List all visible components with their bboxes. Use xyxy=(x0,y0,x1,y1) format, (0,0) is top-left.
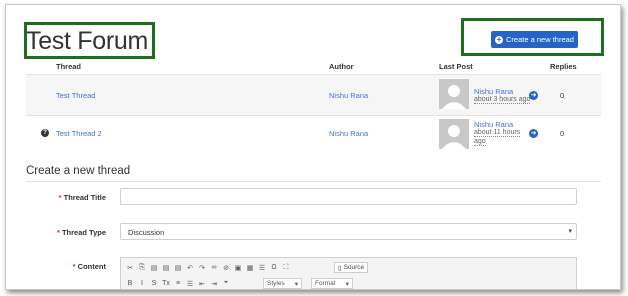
thread-type-label: * Thread Type xyxy=(56,228,106,237)
section-divider xyxy=(26,181,601,182)
outdent-icon[interactable]: ⇤ xyxy=(197,278,207,289)
title-highlight-box xyxy=(24,22,155,59)
author-link[interactable]: Nishu Rana xyxy=(329,91,368,100)
avatar xyxy=(439,119,469,149)
editor-toolbar-row-2: B I S Tx ≡ ☰ ⇤ ⇥ ❞ xyxy=(125,278,231,289)
maximize-icon[interactable]: ⛶ xyxy=(281,262,291,273)
styles-dropdown[interactable]: Styles ▾ xyxy=(263,278,302,289)
question-icon: ? xyxy=(41,129,49,137)
image-icon[interactable]: ▣ xyxy=(233,262,243,273)
horizontal-rule-icon[interactable]: ☰ xyxy=(257,262,267,273)
paste-icon[interactable]: ▤ xyxy=(149,262,159,273)
browser-content: Test Forum + Create a new thread Thread … xyxy=(5,4,621,290)
thread-type-select[interactable]: Discussion ▾ xyxy=(120,223,577,240)
source-button[interactable]: ▯ Source xyxy=(334,262,369,273)
numbered-list-icon[interactable]: ≡ xyxy=(173,278,183,289)
table-icon[interactable]: ▦ xyxy=(245,262,255,273)
last-post-time-continued: ago xyxy=(474,138,486,146)
thread-link[interactable]: Test Thread xyxy=(56,91,95,100)
link-icon[interactable]: ∞ xyxy=(209,262,219,273)
author-link[interactable]: Nishu Rana xyxy=(329,129,368,138)
editor-toolbar-row-1: ✂ ⎘ ▤ ▤ ▤ ↶ ↷ ∞ ⊘ ▣ ▦ ☰ Ω ⛶ xyxy=(125,262,291,273)
last-post-time: about 3 hours ago xyxy=(474,96,531,104)
rich-text-editor[interactable]: ✂ ⎘ ▤ ▤ ▤ ↶ ↷ ∞ ⊘ ▣ ▦ ☰ Ω ⛶ ▯ Source B I S Tx ≡ ☰ ⇤ ⇥ ❞ Style… xyxy=(120,257,577,289)
thread-title-input[interactable] xyxy=(120,188,577,205)
last-post-user-link[interactable]: Nishu Rana xyxy=(474,120,513,129)
go-to-last-post-arrow-icon[interactable]: ➜ xyxy=(529,91,538,100)
last-post-time: about 11 hours xyxy=(474,129,521,137)
replies-count: 0 xyxy=(560,129,565,138)
indent-icon[interactable]: ⇥ xyxy=(209,278,219,289)
last-post-user-link[interactable]: Nishu Rana xyxy=(474,87,513,96)
chevron-down-icon: ▾ xyxy=(294,280,298,288)
create-button-highlight-box xyxy=(461,18,604,56)
required-mark: * xyxy=(58,193,62,202)
replies-count: 0 xyxy=(560,91,565,100)
paste-text-icon[interactable]: ▤ xyxy=(161,262,171,273)
column-header-author: Author xyxy=(329,62,354,71)
thread-link[interactable]: Test Thread 2 xyxy=(56,129,102,138)
redo-icon[interactable]: ↷ xyxy=(197,262,207,273)
chevron-down-icon: ▾ xyxy=(345,280,349,288)
row-divider xyxy=(26,115,601,116)
column-header-replies: Replies xyxy=(550,62,577,71)
column-header-thread: Thread xyxy=(56,62,82,71)
format-dropdown[interactable]: Format ▾ xyxy=(311,278,353,289)
italic-icon[interactable]: I xyxy=(137,278,147,289)
undo-icon[interactable]: ↶ xyxy=(185,262,195,273)
form-section-title: Create a new thread xyxy=(26,165,131,177)
paste-word-icon[interactable]: ▤ xyxy=(173,262,183,273)
thread-title-label: * Thread Title xyxy=(58,193,106,202)
special-char-icon[interactable]: Ω xyxy=(269,262,279,273)
cut-icon[interactable]: ✂ xyxy=(125,262,135,273)
copy-icon[interactable]: ⎘ xyxy=(137,262,147,273)
required-mark: * xyxy=(56,228,60,237)
content-label: * Content xyxy=(72,262,106,271)
avatar xyxy=(439,79,469,109)
remove-format-icon[interactable]: Tx xyxy=(161,278,171,289)
table-row xyxy=(26,75,601,115)
source-button-label: Source xyxy=(343,264,365,271)
required-mark: * xyxy=(72,262,76,271)
unlink-icon[interactable]: ⊘ xyxy=(221,262,231,273)
source-icon: ▯ xyxy=(338,264,342,272)
thread-type-selected-value: Discussion xyxy=(128,228,165,237)
chevron-down-icon: ▾ xyxy=(568,228,572,235)
bulleted-list-icon[interactable]: ☰ xyxy=(185,278,195,289)
column-header-last-post: Last Post xyxy=(439,62,473,71)
bold-icon[interactable]: B xyxy=(125,278,135,289)
blockquote-icon[interactable]: ❞ xyxy=(221,278,231,289)
go-to-last-post-arrow-icon[interactable]: ➜ xyxy=(529,129,538,138)
strikethrough-icon[interactable]: S xyxy=(149,278,159,289)
